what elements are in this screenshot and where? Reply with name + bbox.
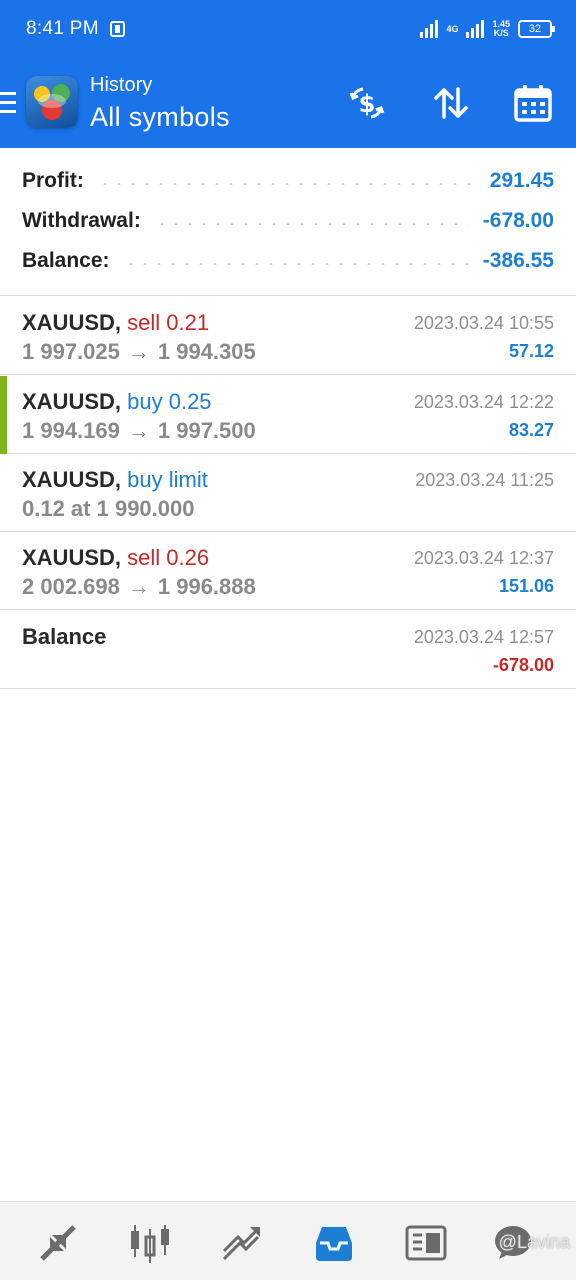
notification-app-icon — [110, 21, 125, 37]
order-row[interactable]: XAUUSD, buy limit 0.12 at 1 990.000 2023… — [0, 454, 576, 532]
news-icon[interactable] — [403, 1220, 449, 1266]
balance-row: Balance: -386.55 — [22, 246, 554, 276]
profit-row: Profit: 291.45 — [22, 166, 554, 196]
deal-time: 2023.03.24 12:37 — [413, 548, 554, 568]
screen-title[interactable]: All symbols — [90, 102, 230, 133]
status-bar: 8:41 PM 4G 1.45 K/S 32 — [0, 0, 576, 60]
deal-time: 2023.03.24 12:57 — [413, 627, 554, 647]
history-summary: Profit: 291.45 Withdrawal: -678.00 Balan… — [0, 148, 576, 296]
quotes-icon[interactable] — [35, 1220, 81, 1266]
balance-value: -386.55 — [482, 249, 554, 272]
deal-row[interactable]: XAUUSD, buy 0.25 1 994.169 → 1 997.500 202… — [0, 376, 576, 454]
deal-action: buy limit — [127, 467, 208, 492]
deal-symbol: Balance — [22, 624, 107, 649]
deposit-icon[interactable]: $ — [346, 82, 388, 124]
profit-label: Profit: — [22, 169, 84, 192]
deal-row[interactable]: XAUUSD, sell 0.21 1 997.025 → 1 994.305 20… — [0, 297, 576, 375]
price-arrow-icon: → — [127, 574, 150, 599]
deal-time: 2023.03.24 10:55 — [413, 313, 554, 333]
deal-prices: 1 994.169 → 1 997.500 — [22, 418, 256, 444]
deal-action: sell 0.26 — [127, 545, 210, 570]
app-bar: History All symbols $ — [0, 60, 576, 148]
deal-profit: -678.00 — [492, 655, 554, 675]
deal-title: XAUUSD, sell 0.21 — [22, 310, 209, 336]
deal-symbol: XAUUSD, — [22, 545, 122, 570]
deal-symbol: XAUUSD, — [22, 389, 122, 414]
deal-title: XAUUSD, buy limit — [22, 467, 208, 493]
sort-icon[interactable] — [430, 82, 472, 124]
dotted-leader — [154, 223, 469, 225]
deal-title: Balance — [22, 624, 106, 650]
deal-action: buy 0.25 — [127, 389, 212, 414]
order-detail: 0.12 at 1 990.000 — [22, 496, 195, 521]
deal-profit: 57.12 — [508, 341, 554, 361]
watermark: @Lavina — [498, 1232, 570, 1252]
net-speed-unit: K/S — [493, 28, 509, 38]
menu-icon[interactable] — [0, 92, 16, 114]
screen-subtitle: History — [90, 74, 153, 96]
deal-action: sell 0.21 — [127, 310, 210, 335]
deal-open-price: 2 002.698 — [22, 574, 120, 599]
deal-row[interactable]: XAUUSD, sell 0.26 2 002.698 → 1 996.888 20… — [0, 532, 576, 610]
signal-icon-2 — [466, 20, 485, 38]
deal-profit: 83.27 — [508, 420, 554, 440]
deal-prices: 1 997.025 → 1 994.305 — [22, 339, 256, 365]
deal-title: XAUUSD, buy 0.25 — [22, 389, 212, 415]
deal-time: 2023.03.24 12:22 — [413, 392, 554, 412]
svg-text:$: $ — [359, 90, 376, 118]
net-speed: 1.45 K/S — [492, 20, 510, 38]
status-time: 8:41 PM — [26, 18, 99, 39]
app-logo — [26, 76, 78, 128]
balance-label: Balance: — [22, 249, 110, 272]
dotted-leader — [97, 183, 476, 185]
deal-open-price: 1 994.169 — [22, 418, 120, 443]
deal-time: 2023.03.24 11:25 — [415, 470, 554, 490]
signal-icon — [420, 20, 439, 38]
withdrawal-row: Withdrawal: -678.00 — [22, 206, 554, 236]
calendar-icon[interactable] — [512, 82, 554, 124]
deal-symbol: XAUUSD, — [22, 310, 122, 335]
battery-icon: 32 — [518, 20, 555, 38]
price-arrow-icon: → — [127, 339, 150, 364]
balance-operation-row[interactable]: Balance 2023.03.24 12:57 -678.00 — [0, 611, 576, 689]
deal-title: XAUUSD, sell 0.26 — [22, 545, 209, 571]
profit-value: 291.45 — [489, 169, 554, 192]
deal-close-price: 1 994.305 — [157, 339, 256, 364]
deal-profit: 151.06 — [498, 576, 554, 596]
deal-close-price: 1 996.888 — [157, 574, 256, 599]
deal-prices: 2 002.698 → 1 996.888 — [22, 574, 256, 600]
bottom-navigation: @Lavina — [0, 1201, 576, 1280]
dotted-leader — [123, 263, 469, 265]
deal-open-price: 1 997.025 — [22, 339, 120, 364]
selected-marker — [0, 376, 7, 454]
withdrawal-value: -678.00 — [482, 209, 554, 232]
deal-close-price: 1 997.500 — [157, 418, 256, 443]
status-indicators: 4G 1.45 K/S 32 — [420, 16, 555, 42]
chart-icon[interactable] — [127, 1220, 173, 1266]
deal-symbol: XAUUSD, — [22, 467, 122, 492]
withdrawal-label: Withdrawal: — [22, 209, 141, 232]
network-type: 4G — [446, 23, 459, 34]
history-icon[interactable] — [311, 1220, 357, 1266]
trade-icon[interactable] — [219, 1220, 265, 1266]
price-arrow-icon: → — [127, 418, 150, 443]
